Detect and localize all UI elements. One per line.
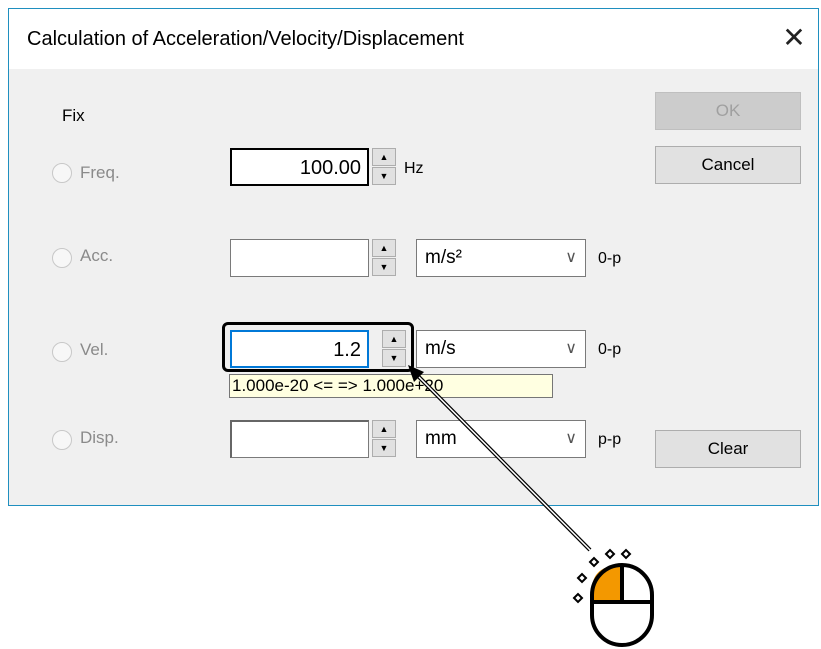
annotation-overlay [408, 365, 654, 647]
pointer-arrow-icon [408, 365, 592, 552]
mouse-click-icon [572, 548, 654, 647]
